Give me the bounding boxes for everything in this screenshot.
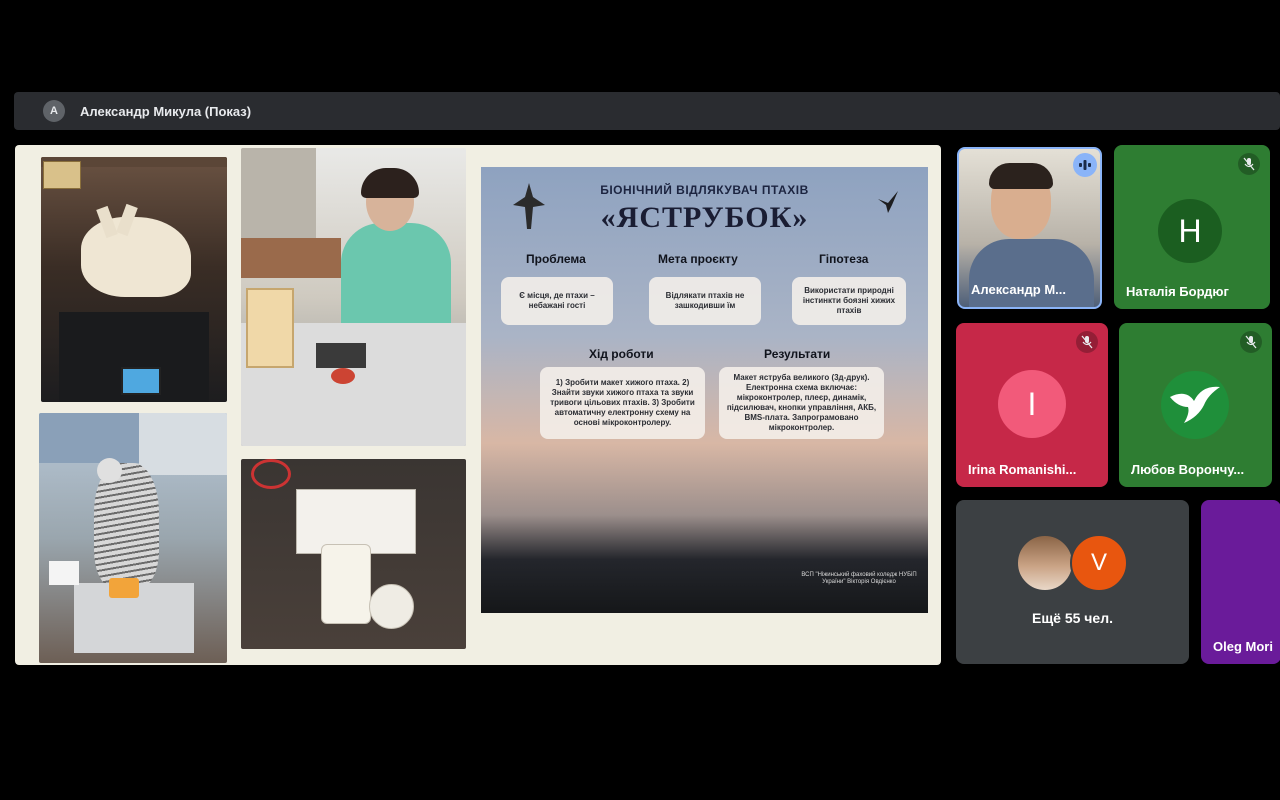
participant-avatar: I <box>998 370 1066 438</box>
photo-hawk-model <box>39 413 227 663</box>
participant-avatar: Н <box>1158 199 1222 263</box>
participant-tile-presenter[interactable]: Александр М... <box>957 147 1102 309</box>
participant-tile-irina[interactable]: I Irina Romanishi... <box>956 323 1108 487</box>
progress-heading: Хід роботи <box>589 347 654 361</box>
shared-screen: БІОНІЧНИЙ ВІДЛЯКУВАЧ ПТАХІВ «ЯСТРУБОК» П… <box>15 145 941 665</box>
results-box: Макет яструба великого (3д-друк). Електр… <box>719 367 884 439</box>
presenter-avatar: A <box>43 100 65 122</box>
more-participants-tile[interactable]: V Ещё 55 чел. <box>956 500 1189 664</box>
presenter-banner: A Александр Микула (Показ) <box>14 92 1280 130</box>
meeting-screen: A Александр Микула (Показ) БІОНІЧНИЙ ВІД… <box>0 0 1280 800</box>
speaking-indicator-icon <box>1073 153 1097 177</box>
participant-name: Irina Romanishi... <box>968 462 1077 477</box>
hypothesis-heading: Гіпотеза <box>819 252 869 266</box>
results-heading: Результати <box>764 347 831 361</box>
participant-photo-avatar <box>1016 534 1074 592</box>
presenter-name: Александр Микула (Показ) <box>80 103 252 119</box>
bird-logo-icon <box>1161 371 1229 439</box>
participant-tile-lyubov[interactable]: Любов Ворончу... <box>1119 323 1272 487</box>
hypothesis-box: Використати природні інстинкти боязні хи… <box>792 277 906 325</box>
poster-project-name: «ЯСТРУБОК» <box>600 201 809 234</box>
photo-student-workbench <box>241 148 466 446</box>
poster-slide: БІОНІЧНИЙ ВІДЛЯКУВАЧ ПТАХІВ «ЯСТРУБОК» П… <box>481 167 928 613</box>
photo-printed-parts <box>241 459 466 649</box>
participant-name: Александр М... <box>971 282 1066 297</box>
participant-name: Oleg Mori <box>1213 639 1273 654</box>
goal-box: Відлякати птахів не зашкодивши їм <box>649 277 761 325</box>
progress-box: 1) Зробити макет хижого птаха. 2) Знайти… <box>540 367 705 439</box>
poster-title: БІОНІЧНИЙ ВІДЛЯКУВАЧ ПТАХІВ <box>600 183 809 197</box>
problem-box: Є місця, де птахи – небажані гості <box>501 277 613 325</box>
photo-3d-printer <box>41 157 227 402</box>
participant-tile-natalia[interactable]: Н Наталія Бордюг <box>1114 145 1270 309</box>
participant-avatar: V <box>1070 534 1128 592</box>
more-participants-label: Ещё 55 чел. <box>1032 610 1113 626</box>
mic-off-icon <box>1076 331 1098 353</box>
problem-heading: Проблема <box>526 252 586 266</box>
participant-name: Наталія Бордюг <box>1126 284 1229 299</box>
goal-heading: Мета проєкту <box>658 252 738 266</box>
participant-name: Любов Ворончу... <box>1131 462 1245 477</box>
participant-tile-oleg[interactable]: Oleg Mori <box>1201 500 1280 664</box>
poster-credit: ВСП "Ніжинський фаховий коледж НУБіП Укр… <box>801 572 917 585</box>
mic-off-icon <box>1238 153 1260 175</box>
mic-off-icon <box>1240 331 1262 353</box>
